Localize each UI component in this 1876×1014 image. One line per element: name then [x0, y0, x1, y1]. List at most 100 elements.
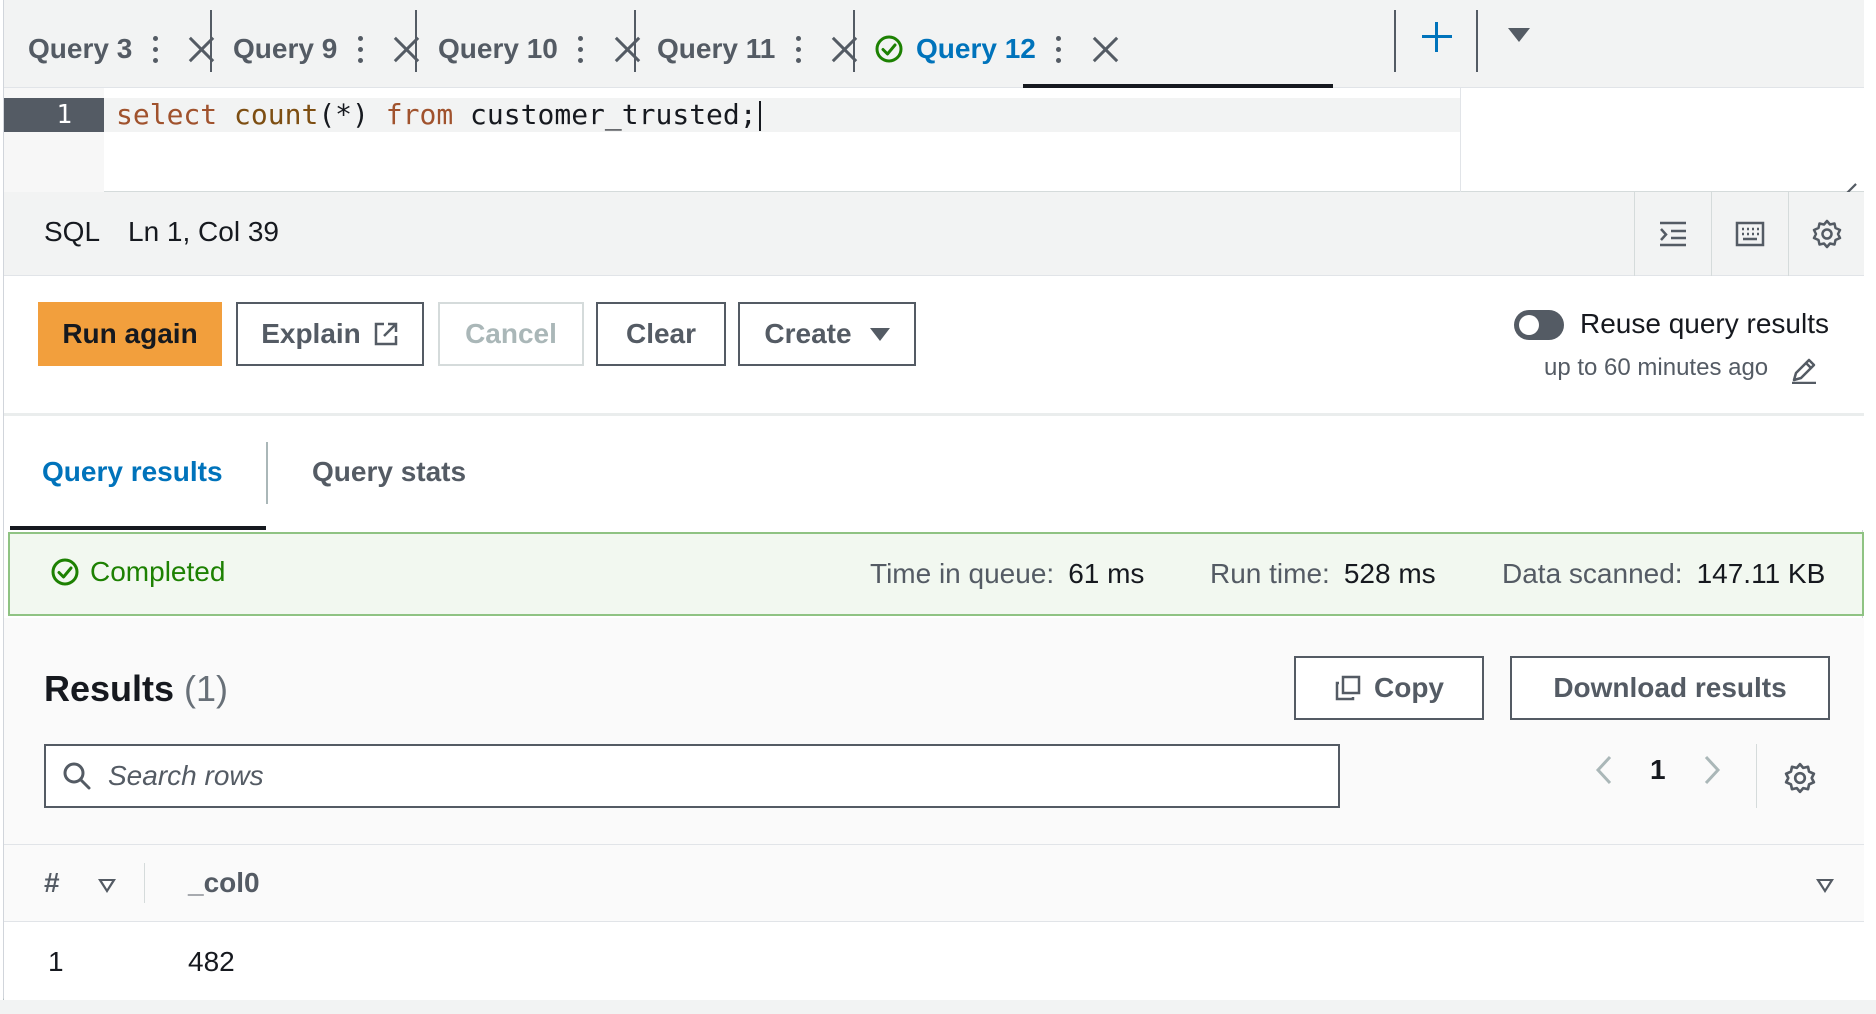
results-heading: Results (1) — [44, 668, 228, 710]
external-link-icon — [374, 322, 398, 346]
tab-divider — [1394, 10, 1396, 72]
table-header: # _col0 — [4, 844, 1864, 922]
resize-handle-icon[interactable] — [1834, 163, 1856, 185]
line-number: 1 — [4, 98, 104, 132]
query-actions-bar: Run again Explain Cancel Clear Create Re… — [4, 276, 1864, 416]
button-label: Create — [764, 318, 852, 349]
keyboard-icon — [1735, 221, 1765, 247]
code-line[interactable]: select count(*) from customer_trusted; — [104, 98, 1460, 132]
reuse-results-window: up to 60 minutes ago — [1544, 354, 1769, 381]
search-input[interactable] — [108, 760, 1288, 792]
settings-icon — [1812, 219, 1842, 249]
tab-query-11[interactable]: Query 11 — [657, 10, 859, 88]
results-title: Results — [44, 668, 175, 709]
tab-divider — [1476, 10, 1478, 72]
stat-value: 528 ms — [1343, 558, 1436, 589]
tab-divider — [634, 10, 636, 72]
caret-down-icon — [1508, 28, 1530, 42]
edit-pencil-icon[interactable] — [1790, 356, 1818, 384]
tab-label: Query 12 — [916, 33, 1036, 64]
search-rows-field[interactable] — [44, 744, 1340, 808]
create-dropdown-button[interactable]: Create — [738, 302, 916, 366]
status-text: Completed — [90, 556, 226, 587]
tab-label: Query 11 — [657, 33, 776, 64]
stat-label: Time in queue: — [870, 558, 1055, 589]
close-icon[interactable] — [612, 34, 642, 64]
download-results-button[interactable]: Download results — [1510, 656, 1830, 720]
tab-query-12[interactable]: Query 12 — [874, 10, 1120, 88]
run-again-button[interactable]: Run again — [38, 302, 222, 366]
sort-button[interactable] — [98, 879, 116, 893]
tab-label: Query 10 — [438, 33, 558, 64]
column-divider — [144, 863, 145, 903]
copy-button[interactable]: Copy — [1294, 656, 1484, 720]
data-scanned: Data scanned: 147.11 KB — [1502, 558, 1825, 590]
button-label: Cancel — [465, 318, 557, 349]
explain-button[interactable]: Explain — [236, 302, 424, 366]
query-editor-frame: Query 3 Query 9 Query 10 Query 11 Query … — [3, 0, 1864, 1000]
pager-divider — [1756, 744, 1757, 808]
tab-query-9[interactable]: Query 9 — [233, 10, 421, 88]
code-args: (*) — [318, 98, 369, 131]
copy-icon — [1335, 675, 1361, 701]
editor-settings-button[interactable] — [1788, 192, 1865, 276]
chevron-right-icon[interactable] — [1702, 754, 1722, 786]
query-tab-bar: Query 3 Query 9 Query 10 Query 11 Query … — [4, 0, 1864, 88]
editor-gutter: 1 — [4, 88, 104, 192]
reuse-results-toggle[interactable] — [1514, 310, 1564, 340]
clear-button[interactable]: Clear — [596, 302, 726, 366]
stat-value: 147.11 KB — [1696, 558, 1826, 589]
tab-label: Query 3 — [28, 33, 133, 64]
close-icon[interactable] — [1090, 34, 1120, 64]
column-header-col0[interactable]: _col0 — [188, 867, 260, 899]
language-indicator: SQL — [44, 216, 101, 247]
stat-label: Run time: — [1210, 558, 1330, 589]
tab-divider — [853, 10, 855, 72]
keyboard-shortcuts-button[interactable] — [1711, 192, 1788, 276]
cancel-button[interactable]: Cancel — [438, 302, 584, 366]
caret-down-icon — [869, 327, 890, 341]
tab-overflow-dropdown[interactable] — [1508, 28, 1530, 42]
code-function: count — [234, 98, 319, 131]
results-panel: Results(1) Copy Download results 1 — [4, 618, 1864, 1000]
current-page[interactable]: 1 — [1650, 754, 1666, 786]
sort-triangle-icon — [1816, 879, 1834, 893]
format-query-button[interactable] — [1634, 192, 1711, 276]
tab-query-stats[interactable]: Query stats — [312, 456, 466, 488]
sql-editor[interactable]: 1 select count(*) from customer_trusted; — [4, 88, 1864, 192]
button-label: Copy — [1374, 672, 1444, 703]
kebab-menu-icon[interactable] — [1054, 35, 1064, 63]
tab-query-results[interactable]: Query results — [42, 456, 223, 488]
tab-query-10[interactable]: Query 10 — [438, 10, 642, 88]
add-query-tab-plus-icon[interactable] — [1420, 20, 1454, 54]
tab-divider — [266, 442, 268, 504]
search-icon — [63, 762, 91, 790]
page-bottom-strip — [0, 1000, 1876, 1014]
stat-label: Data scanned: — [1502, 558, 1683, 589]
kebab-menu-icon[interactable] — [576, 35, 586, 63]
stat-value: 61 ms — [1068, 558, 1145, 589]
kebab-menu-icon[interactable] — [793, 35, 803, 63]
code-keyword: select — [116, 98, 218, 131]
settings-icon[interactable] — [1784, 762, 1816, 794]
chevron-left-icon[interactable] — [1594, 754, 1614, 786]
sort-button[interactable] — [1816, 879, 1834, 893]
button-label: Clear — [625, 318, 697, 349]
button-label: Run again — [62, 318, 198, 349]
col0-cell: 482 — [188, 946, 235, 977]
editor-status-bar: SQL Ln 1, Col 39 — [4, 192, 1864, 276]
query-status-banner: Completed Time in queue: 61 ms Run time: 5… — [8, 532, 1864, 616]
sort-triangle-icon — [98, 879, 116, 893]
tab-divider — [210, 10, 212, 72]
button-label: Explain — [261, 318, 361, 349]
button-label: Download results — [1553, 672, 1787, 703]
time-in-queue: Time in queue: 61 ms — [870, 558, 1144, 590]
run-time: Run time: 528 ms — [1210, 558, 1436, 590]
kebab-menu-icon[interactable] — [355, 35, 365, 63]
result-tabs: Query results Query stats — [4, 416, 1864, 530]
kebab-menu-icon[interactable] — [150, 35, 160, 63]
code-table: customer_trusted; — [470, 98, 757, 131]
text-cursor — [758, 101, 761, 131]
code-keyword: from — [385, 98, 454, 131]
tab-query-3[interactable]: Query 3 — [28, 10, 216, 88]
